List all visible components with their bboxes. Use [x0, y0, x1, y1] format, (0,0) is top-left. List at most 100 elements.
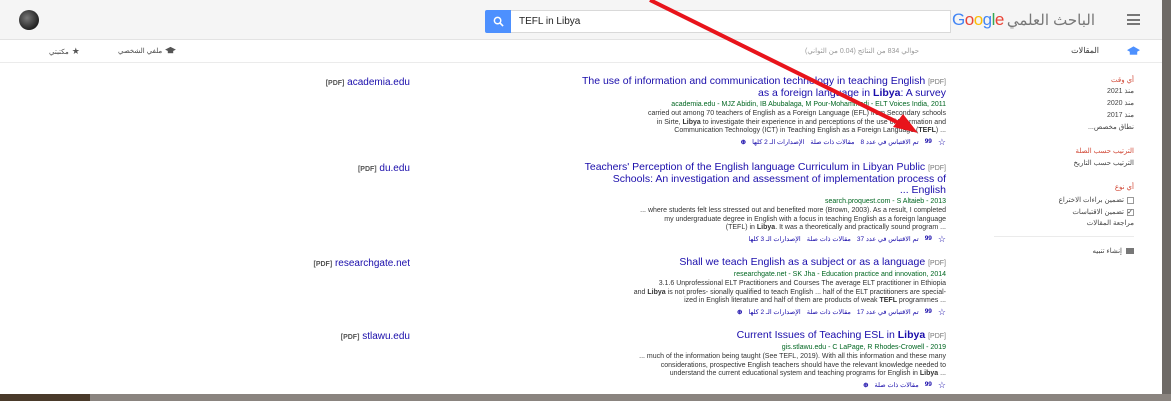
- pdf-label: [PDF]: [928, 333, 946, 340]
- source-link[interactable]: [PDF] researchgate.net: [260, 258, 410, 269]
- cited-by-link[interactable]: تم الاقتباس في عدد 8: [861, 138, 919, 146]
- menu-icon[interactable]: [1127, 14, 1140, 25]
- related-articles-link[interactable]: مقالات ذات صلة: [807, 308, 851, 316]
- result-snippet: carried out among 70 teachers of English…: [460, 110, 946, 136]
- pdf-tag: [PDF]: [357, 166, 377, 173]
- articles-label[interactable]: المقالات: [1071, 46, 1099, 55]
- sort-relevance[interactable]: الترتيب حسب الصلة: [984, 148, 1134, 156]
- result-title[interactable]: [PDF] Shall we teach English as a subjec…: [460, 257, 946, 269]
- more-icon[interactable]: ⊕: [737, 308, 742, 316]
- save-star-icon[interactable]: ☆: [938, 380, 946, 389]
- search-result: [PDF] Shall we teach English as a subjec…: [460, 257, 946, 317]
- result-title[interactable]: [PDF] Current Issues of Teaching ESL in …: [460, 330, 946, 342]
- result-actions: ☆ 99 تم الاقتباس في عدد 17 مقالات ذات صلة ال…: [460, 307, 946, 316]
- source-domain: du.edu: [379, 163, 410, 174]
- related-articles-link[interactable]: مقالات ذات صلة: [810, 138, 854, 146]
- my-library-link[interactable]: مكتبتي ★: [49, 46, 80, 57]
- review-articles[interactable]: مراجعة المقالات: [984, 220, 1134, 228]
- search-result: [PDF] Teachers' Perception of the Englis…: [460, 162, 946, 244]
- pdf-tag: [PDF]: [313, 261, 333, 268]
- title-text: Current Issues of Teaching ESL in: [736, 329, 895, 341]
- search-button[interactable]: [485, 10, 511, 33]
- snippet-text: (TEFL) in: [725, 224, 755, 231]
- result-title[interactable]: [PDF] The use of information and communi…: [460, 76, 946, 99]
- more-icon[interactable]: ⊕: [741, 138, 746, 146]
- title-text: English ...: [899, 184, 946, 196]
- source-domain: academia.edu: [347, 77, 410, 88]
- snippet-text: 3.1.6 Unprofessional ELT Practitioners a…: [658, 280, 946, 287]
- result-actions: ☆ 99 تم الاقتباس في عدد 37 مقالات ذات صلة ال…: [460, 234, 946, 243]
- filter-custom-range[interactable]: نطاق مخصص...: [984, 124, 1134, 132]
- snippet-text: ... where students felt less stressed ou…: [640, 207, 946, 214]
- results-count: حوالي 834 من النتائج (0.04 من الثواني): [805, 48, 920, 55]
- my-profile-link[interactable]: ملفي الشخصي: [118, 46, 177, 55]
- filter-since-2017[interactable]: منذ 2017: [984, 112, 1134, 120]
- top-bar: TEFL in Libya الباحث العلمي Google: [0, 0, 1162, 40]
- search-result: [PDF] Current Issues of Teaching ESL in …: [460, 330, 946, 390]
- filter-anytime[interactable]: أي وقت: [984, 76, 1134, 84]
- result-meta: gis.stlawu.edu - C LaPage, R Rhodes-Crow…: [781, 344, 946, 351]
- snippet-text: understand the current educational syste…: [669, 370, 918, 377]
- source-link[interactable]: [PDF] academia.edu: [260, 77, 410, 88]
- scholar-logo[interactable]: الباحث العلمي Google: [952, 10, 1095, 30]
- save-star-icon[interactable]: ☆: [938, 307, 946, 316]
- filter-since-2021[interactable]: منذ 2021: [984, 88, 1134, 96]
- include-citations-checkbox[interactable]: ✓ تضمين الاقتباسات: [984, 208, 1134, 216]
- profile-label: ملفي الشخصي: [118, 47, 163, 55]
- graduation-cap-icon: [1127, 46, 1140, 55]
- snippet-bold: Libya: [919, 370, 939, 377]
- snippet-text: carried out among 70 teachers of English…: [647, 110, 946, 117]
- pdf-label: [PDF]: [928, 79, 946, 86]
- avatar[interactable]: [19, 10, 39, 30]
- cited-by-link[interactable]: تم الاقتباس في عدد 37: [857, 235, 919, 243]
- filter-since-2020[interactable]: منذ 2020: [984, 100, 1134, 108]
- all-versions-link[interactable]: الإصدارات الـ 2 كلها: [748, 308, 800, 316]
- create-alert[interactable]: إنشاء تنبيه: [984, 247, 1134, 255]
- logo-google-text: Google: [951, 10, 1004, 29]
- snippet-text: and: [633, 288, 646, 296]
- cite-quote-icon[interactable]: 99: [925, 381, 932, 389]
- related-articles-link[interactable]: مقالات ذات صلة: [807, 235, 851, 243]
- checkbox-unchecked[interactable]: [1127, 196, 1134, 204]
- all-versions-link[interactable]: الإصدارات الـ 3 كلها: [748, 235, 800, 243]
- cite-quote-icon[interactable]: 99: [925, 308, 932, 316]
- result-actions: ☆ 99 تم الاقتباس في عدد 8 مقالات ذات صلة الإ…: [460, 137, 946, 146]
- include-patents-checkbox[interactable]: تضمين براءات الاختراع: [984, 196, 1134, 204]
- save-star-icon[interactable]: ☆: [938, 137, 946, 146]
- search-result: [PDF] The use of information and communi…: [460, 76, 946, 147]
- save-star-icon[interactable]: ☆: [938, 234, 946, 243]
- snippet-text: programmes ...: [898, 297, 946, 304]
- search-input-value: TEFL in Libya: [519, 16, 581, 27]
- cite-quote-icon[interactable]: 99: [925, 138, 932, 146]
- source-link[interactable]: [PDF] du.edu: [260, 163, 410, 174]
- checkbox-checked[interactable]: ✓: [1127, 208, 1134, 216]
- cite-quote-icon[interactable]: 99: [925, 235, 932, 243]
- result-meta: search.proquest.com - S Altaieb - 2013: [824, 198, 946, 205]
- related-articles-link[interactable]: مقالات ذات صلة: [875, 381, 919, 389]
- include-patents-label: تضمين براءات الاختراع: [1058, 197, 1124, 204]
- title-text: Teachers' Perception of the English lang…: [584, 161, 926, 173]
- snippet-bold: Libya: [682, 118, 701, 126]
- library-label: مكتبتي: [49, 48, 69, 56]
- envelope-icon: [1126, 248, 1134, 254]
- all-versions-link[interactable]: الإصدارات الـ 2 كلها: [752, 138, 804, 146]
- pdf-label: [PDF]: [928, 260, 946, 267]
- more-icon[interactable]: ⊕: [863, 381, 868, 389]
- title-text: Shall we teach English as a subject or a…: [679, 256, 926, 268]
- result-title[interactable]: [PDF] Teachers' Perception of the Englis…: [460, 162, 946, 196]
- divider: [994, 236, 1134, 237]
- pdf-tag: [PDF]: [325, 80, 345, 87]
- cited-by-link[interactable]: تم الاقتباس في عدد 17: [857, 308, 919, 316]
- filter-any-type[interactable]: أي نوع: [984, 184, 1134, 192]
- sort-date[interactable]: الترتيب حسب التاريخ: [984, 160, 1135, 168]
- source-link[interactable]: [PDF] stlawu.edu: [260, 331, 410, 342]
- snippet-text: ) ...: [935, 127, 946, 134]
- bottom-edge: [0, 394, 1171, 401]
- search-input[interactable]: TEFL in Libya: [511, 10, 951, 33]
- sub-bar: مكتبتي ★ ملفي الشخصي حوالي 834 من النتائ…: [0, 40, 1162, 63]
- result-meta: researchgate.net - SK Jha - Education pr…: [733, 271, 946, 278]
- source-domain: researchgate.net: [334, 258, 410, 269]
- title-text: : A survey: [900, 87, 946, 99]
- snippet-text: in Sirte,: [656, 118, 681, 126]
- snippet-text: considerations, prospective English teac…: [660, 361, 946, 369]
